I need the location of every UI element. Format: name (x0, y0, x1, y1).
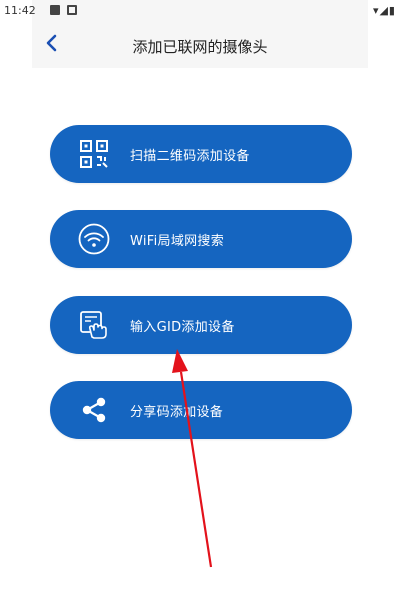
notification-icon-2 (67, 5, 77, 15)
status-time: 11:42 (4, 4, 36, 17)
button-label: WiFi局域网搜索 (130, 233, 225, 249)
status-bar: 11:42 ▾◢▮ (4, 0, 395, 22)
share-icon (76, 392, 112, 428)
header-bar: 添加已联网的摄像头 (32, 22, 368, 68)
qr-code-icon (76, 136, 112, 172)
button-label: 分享码添加设备 (130, 404, 224, 420)
wifi-search-button[interactable]: WiFi局域网搜索 (50, 210, 352, 268)
share-code-button[interactable]: 分享码添加设备 (50, 381, 352, 439)
notification-icon (50, 5, 60, 15)
wifi-icon (76, 221, 112, 257)
tap-screen-icon (76, 307, 112, 343)
button-label: 扫描二维码添加设备 (130, 148, 250, 164)
signal-battery-icons: ▾◢▮ (372, 4, 396, 17)
phone-screen: 11:42 ▾◢▮ 添加已联网的摄像头 扫描二维码添加设备 WiFi局域网搜索 … (4, 0, 395, 600)
input-gid-button[interactable]: 输入GID添加设备 (50, 296, 352, 354)
scan-qr-button[interactable]: 扫描二维码添加设备 (50, 125, 352, 183)
button-label: 输入GID添加设备 (130, 319, 235, 335)
page-title: 添加已联网的摄像头 (132, 38, 268, 56)
